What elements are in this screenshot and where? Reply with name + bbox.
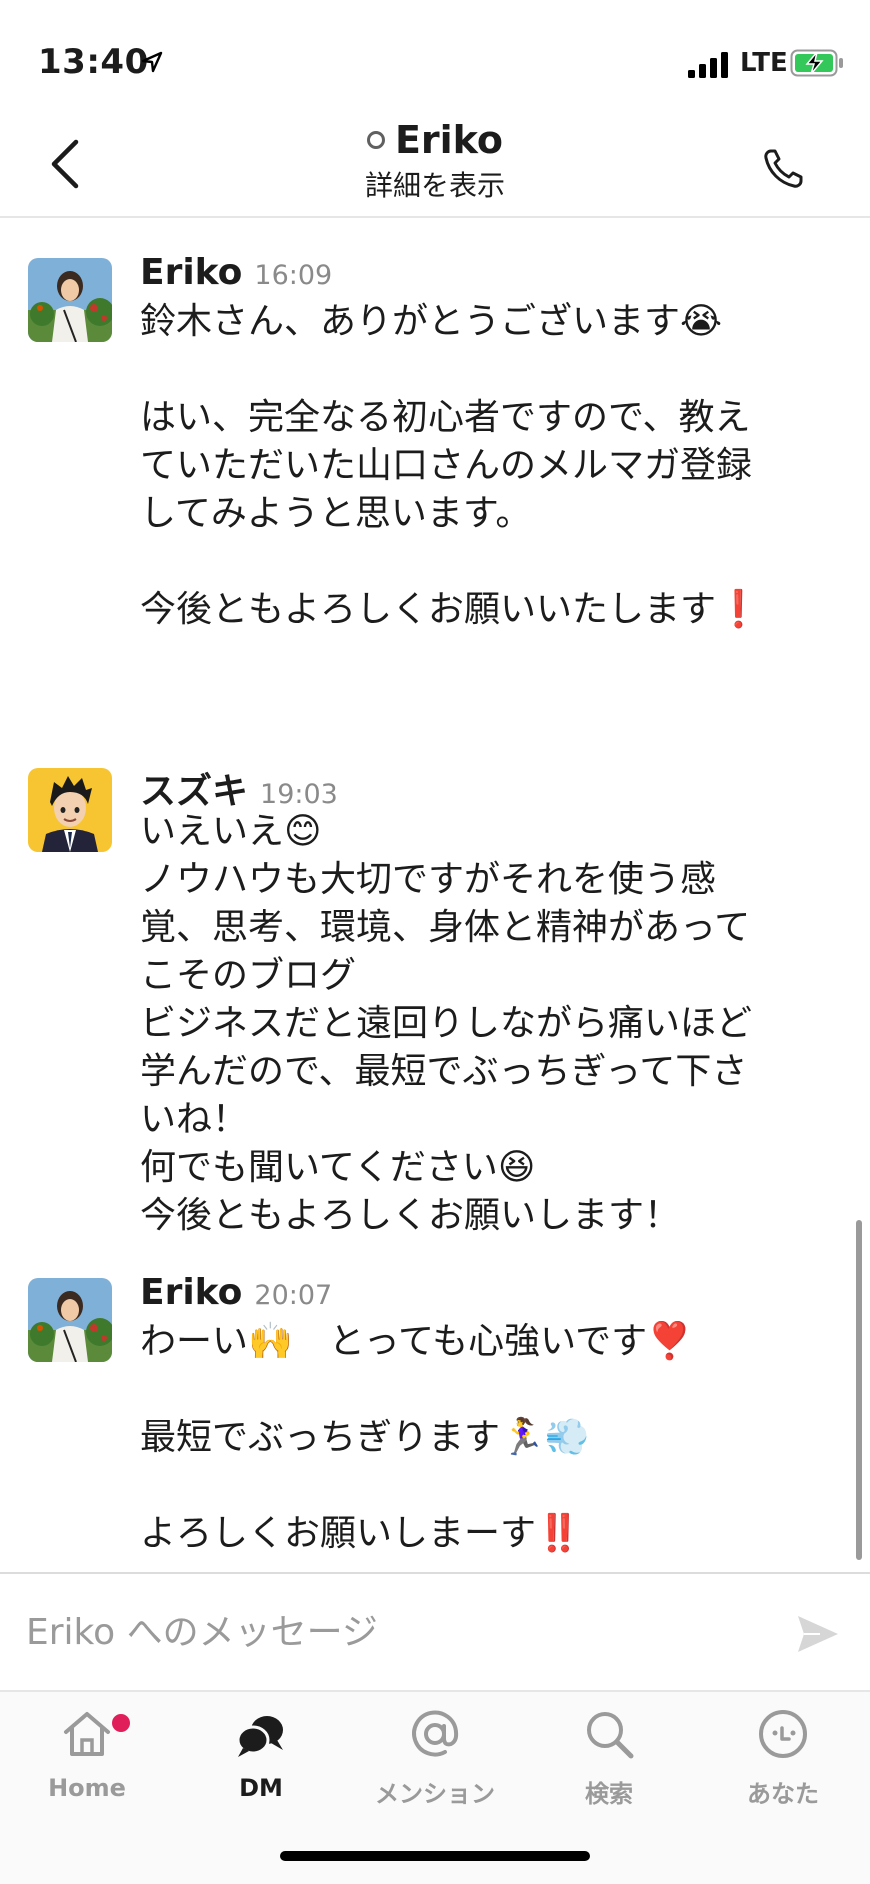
cellular-signal-icon (688, 52, 728, 78)
you-icon (759, 1710, 807, 1758)
avatar-illustration-image (28, 768, 112, 852)
tab-mentions[interactable]: メンション (348, 1706, 522, 1809)
home-indicator[interactable] (280, 1851, 590, 1861)
avatar-photo-image (28, 258, 112, 342)
search-icon (587, 1712, 634, 1759)
message-line (140, 1366, 830, 1414)
message-input[interactable] (26, 1602, 766, 1662)
conversation-header: Eriko 詳細を表示 (0, 110, 870, 218)
message-timestamp: 20:07 (254, 1280, 333, 1311)
message-line: 何でも聞いてください😆 (140, 1147, 536, 1188)
sender-name[interactable]: Eriko (140, 252, 242, 293)
sender-name[interactable]: スズキ (140, 762, 248, 814)
avatar-suzuki[interactable] (28, 768, 112, 852)
battery-charging-icon (790, 49, 843, 77)
dm-icon (236, 1716, 283, 1757)
message-line: 覚、思考、環境、身体と精神があって (140, 907, 751, 948)
avatar-eriko[interactable] (28, 258, 112, 342)
presence-status-icon (366, 131, 385, 149)
message-line: 学んだので、最短でぶっちぎって下さ (140, 1051, 748, 1092)
message-line (140, 346, 830, 394)
tab-label: 検索 (585, 1780, 633, 1808)
message-line: ていただいた山口さんのメルマガ登録 (140, 445, 753, 486)
message-timestamp: 19:03 (260, 779, 338, 810)
message-scrollbar[interactable] (856, 1220, 862, 1560)
message-line: 最短でぶっちぎります🏃‍♀️💨 (140, 1417, 590, 1458)
message-line: いね！ (140, 1099, 249, 1140)
message-line: 今後ともよろしくお願いいたします❗ (140, 589, 761, 630)
phone-call-icon[interactable] (762, 148, 804, 190)
tab-search[interactable]: 検索 (522, 1706, 696, 1809)
network-type: LTE (740, 48, 788, 78)
message-text: いえいえ😊 ノウハウも大切ですがそれを使う感 覚、思考、環境、身体と精神があって… (140, 808, 830, 1240)
message-list[interactable]: Eriko 16:09 鈴木さん、ありがとうございます😭 はい、完全なる初心者で… (0, 220, 870, 1572)
conversation-title: Eriko (394, 118, 504, 162)
view-details-link[interactable]: 詳細を表示 (0, 164, 870, 204)
sender-name[interactable]: Eriko (140, 1272, 242, 1313)
avatar-eriko[interactable] (28, 1278, 112, 1362)
conversation-title-area[interactable]: Eriko 詳細を表示 (0, 118, 870, 204)
status-time: 13:40 (38, 42, 149, 82)
message-line: 今後ともよろしくお願いします！ (140, 1195, 681, 1236)
tab-label: DM (239, 1774, 283, 1802)
mention-icon (412, 1710, 459, 1757)
message-timestamp: 16:09 (254, 260, 333, 291)
tab-you[interactable]: あなた (696, 1706, 870, 1809)
message-line: こそのブログ (140, 955, 357, 996)
tab-label: あなた (747, 1780, 819, 1808)
message-line: はい、完全なる初心者ですので、教え (140, 397, 751, 438)
message-line: 鈴木さん、ありがとうございます😭 (140, 301, 723, 342)
tab-dm[interactable]: DM (174, 1706, 348, 1802)
tab-label: Home (48, 1774, 126, 1802)
location-arrow-icon (141, 51, 163, 73)
tab-home[interactable]: Home (0, 1706, 174, 1802)
message-line: ノウハウも大切ですがそれを使う感 (140, 859, 717, 900)
message-line (140, 1462, 830, 1510)
status-bar: 13:40 LTE (0, 0, 870, 110)
message-line: よろしくお願いしまーす‼️ (140, 1513, 581, 1554)
message-text: わーい🙌 とっても心強いです❣️ 最短でぶっちぎります🏃‍♀️💨 よろしくお願い… (140, 1318, 830, 1558)
message-line: してみようと思います。 (140, 493, 532, 534)
notification-badge (110, 1712, 132, 1734)
send-icon[interactable] (796, 1614, 840, 1654)
avatar-photo-image (28, 1278, 112, 1362)
message-line: いえいえ😊 (140, 811, 322, 852)
message-line: わーい🙌 とっても心強いです❣️ (140, 1321, 692, 1362)
message-composer (0, 1572, 870, 1690)
tab-label: メンション (375, 1780, 495, 1808)
message-line: ビジネスだと遠回りしながら痛いほど (140, 1003, 753, 1044)
message-text: 鈴木さん、ありがとうございます😭 はい、完全なる初心者ですので、教え ていただい… (140, 298, 830, 634)
home-icon (64, 1712, 110, 1756)
message-line (140, 538, 830, 586)
